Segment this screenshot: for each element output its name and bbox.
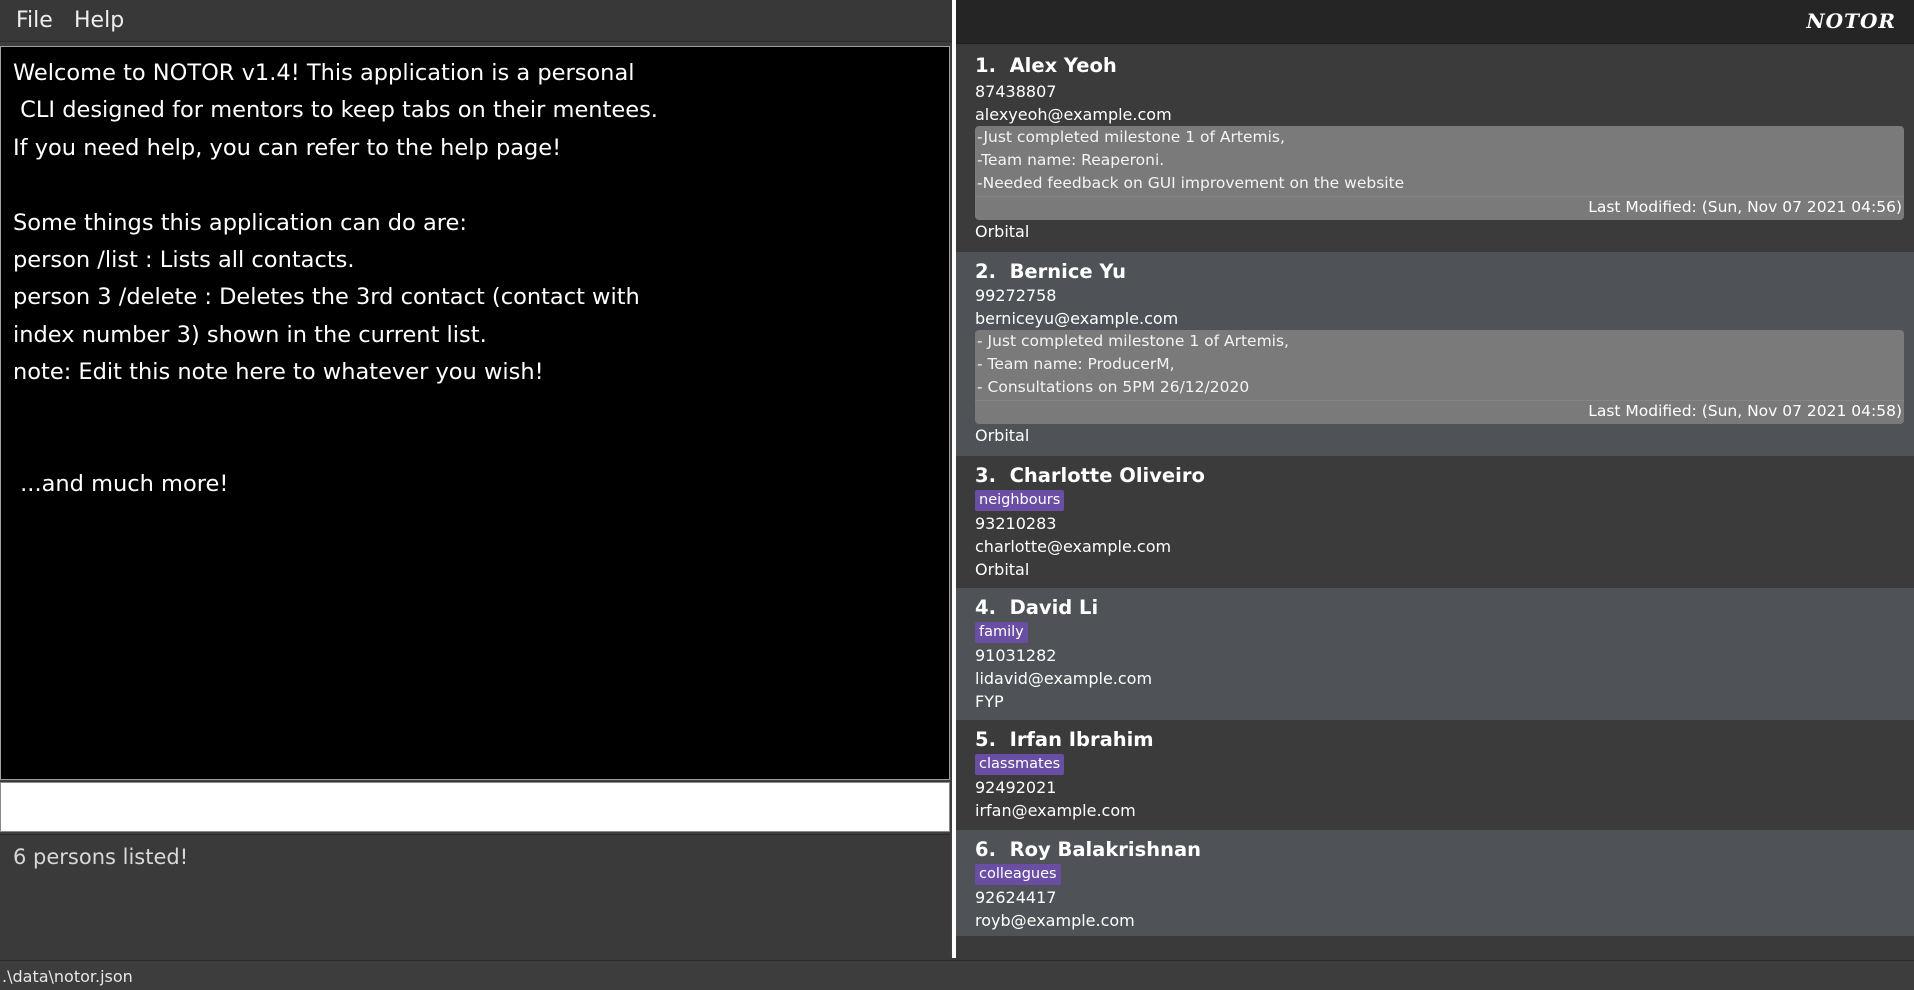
person-email: lidavid@example.com: [975, 669, 1153, 688]
result-message: 6 persons listed!: [13, 845, 189, 869]
right-header: NOTOR: [956, 0, 1914, 44]
person-phone: 91031282: [975, 646, 1057, 665]
person-list[interactable]: 1. Alex Yeoh 87438807 alexyeoh@example.c…: [956, 46, 1914, 936]
note-line: - Just completed milestone 1 of Artemis,: [977, 332, 1289, 350]
person-tag: classmates: [975, 754, 1065, 775]
note-line: -Team name: Reaperoni.: [977, 151, 1165, 169]
storage-path: .\data\notor.json: [2, 967, 133, 986]
brand-logo: NOTOR: [1806, 9, 1896, 33]
note-line: - Consultations on 5PM 26/12/2020: [977, 378, 1250, 396]
person-phone: 92624417: [975, 888, 1057, 907]
person-card[interactable]: 2. Bernice Yu 99272758 berniceyu@example…: [956, 252, 1914, 456]
note-text[interactable]: Welcome to NOTOR v1.4! This application …: [13, 55, 941, 504]
person-name: 5. Irfan Ibrahim: [975, 728, 1154, 751]
menu-file[interactable]: File: [16, 8, 53, 33]
result-display: 6 persons listed!: [0, 834, 950, 958]
person-tag: colleagues: [975, 864, 1061, 885]
person-tag: neighbours: [975, 490, 1065, 511]
person-group: Orbital: [975, 426, 1030, 445]
menu-bar: File Help: [0, 0, 952, 42]
note-panel[interactable]: Welcome to NOTOR v1.4! This application …: [0, 46, 950, 780]
person-group: Orbital: [975, 222, 1030, 241]
person-email: berniceyu@example.com: [975, 309, 1179, 328]
person-name: 6. Roy Balakrishnan: [975, 838, 1202, 861]
person-card[interactable]: 5. Irfan Ibrahim classmates 92492021 irf…: [956, 720, 1914, 830]
person-note: -Just completed milestone 1 of Artemis, …: [975, 126, 1904, 220]
person-card[interactable]: 1. Alex Yeoh 87438807 alexyeoh@example.c…: [956, 46, 1914, 252]
note-line: -Just completed milestone 1 of Artemis,: [977, 128, 1285, 146]
menu-help[interactable]: Help: [74, 8, 124, 33]
status-bar: .\data\notor.json: [0, 960, 1914, 990]
command-box[interactable]: [0, 782, 950, 832]
note-divider: [975, 196, 1904, 197]
right-pane: NOTOR 1. Alex Yeoh 87438807 alexyeoh@exa…: [956, 0, 1914, 958]
person-name: 4. David Li: [975, 596, 1099, 619]
person-phone: 87438807: [975, 82, 1057, 101]
person-email: royb@example.com: [975, 911, 1135, 930]
person-name: 2. Bernice Yu: [975, 260, 1126, 283]
note-line: -Needed feedback on GUI improvement on t…: [977, 174, 1405, 192]
person-email: alexyeoh@example.com: [975, 105, 1172, 124]
note-divider: [975, 400, 1904, 401]
person-group: Orbital: [975, 560, 1030, 579]
note-line: - Team name: ProducerM,: [977, 355, 1175, 373]
person-group: FYP: [975, 692, 1004, 711]
note-last-modified: Last Modified: (Sun, Nov 07 2021 04:56): [1588, 198, 1902, 216]
person-email: irfan@example.com: [975, 801, 1136, 820]
person-note: - Just completed milestone 1 of Artemis,…: [975, 330, 1904, 424]
person-phone: 93210283: [975, 514, 1057, 533]
person-card[interactable]: 6. Roy Balakrishnan colleagues 92624417 …: [956, 830, 1914, 936]
note-last-modified: Last Modified: (Sun, Nov 07 2021 04:58): [1588, 402, 1902, 420]
person-tag: family: [975, 622, 1028, 643]
left-pane: File Help Welcome to NOTOR v1.4! This ap…: [0, 0, 952, 958]
person-phone: 92492021: [975, 778, 1057, 797]
person-name: 3. Charlotte Oliveiro: [975, 464, 1205, 487]
person-phone: 99272758: [975, 286, 1057, 305]
notor-window: File Help Welcome to NOTOR v1.4! This ap…: [0, 0, 1914, 990]
person-name: 1. Alex Yeoh: [975, 54, 1117, 77]
person-card[interactable]: 4. David Li family 91031282 lidavid@exam…: [956, 588, 1914, 720]
command-input[interactable]: [1, 783, 949, 831]
person-card[interactable]: 3. Charlotte Oliveiro neighbours 9321028…: [956, 456, 1914, 588]
person-email: charlotte@example.com: [975, 537, 1172, 556]
